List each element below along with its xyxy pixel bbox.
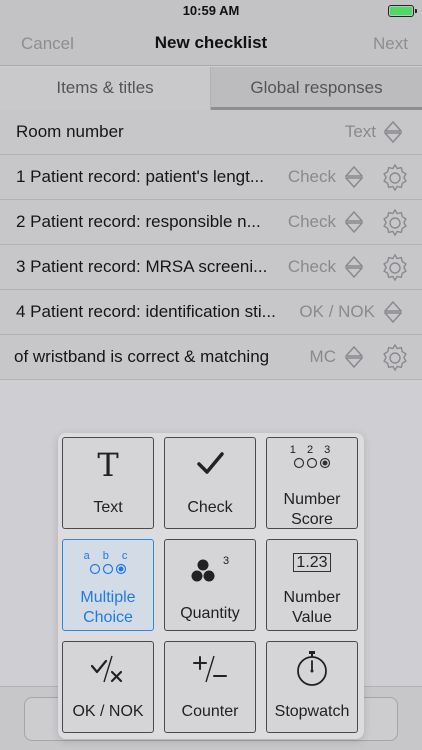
type-text-button[interactable]: T Text — [62, 437, 154, 529]
type-check-label: Check — [187, 499, 233, 516]
status-time: 10:59 AM — [182, 3, 240, 18]
text-icon: T — [97, 446, 119, 484]
next-button[interactable]: Next — [373, 34, 408, 54]
item-title: 3 Patient record: MRSA screeni... — [16, 257, 268, 276]
gear-icon[interactable] — [380, 163, 410, 193]
quantity-label: Quantity — [180, 605, 240, 622]
stopwatch-label: Stopwatch — [274, 703, 350, 720]
counter-label: Counter — [181, 703, 239, 720]
status-bar: 10:59 AM — [0, 0, 422, 22]
item-title: 4 Patient record: identification sti... — [16, 302, 276, 321]
type-ok-nok-button[interactable]: OK / NOK — [62, 641, 154, 733]
up-down-icon[interactable] — [384, 300, 402, 324]
response-type[interactable]: Check — [288, 212, 336, 232]
svg-text:3: 3 — [223, 555, 229, 567]
type-text-label: Text — [93, 499, 123, 516]
response-type[interactable]: OK / NOK — [299, 302, 375, 322]
response-type[interactable]: Check — [288, 167, 336, 187]
response-type-picker: T Text Check 1 2 3 Number Score a b c Mu… — [58, 433, 364, 739]
quantity-icon: 3 — [165, 554, 255, 588]
gear-icon[interactable] — [380, 253, 410, 283]
type-number-score-button[interactable]: 1 2 3 Number Score — [266, 437, 358, 529]
counter-icon — [165, 654, 255, 688]
number-score-label-1: Number — [283, 491, 341, 508]
battery-icon — [388, 5, 417, 17]
list-item[interactable]: 3 Patient record: MRSA screeni... Check — [0, 245, 422, 290]
item-title: 2 Patient record: responsible n... — [16, 212, 261, 231]
item-title: Room number — [16, 122, 124, 141]
multiple-choice-label-1: Multiple — [80, 589, 136, 606]
stopwatch-icon — [267, 650, 357, 686]
ok-nok-label: OK / NOK — [72, 703, 144, 720]
response-type[interactable]: Check — [288, 257, 336, 277]
checklist-items: Room number Text 1 Patient record: patie… — [0, 110, 422, 380]
list-item[interactable]: 1 Patient record: patient's lengt... Che… — [0, 155, 422, 200]
list-item[interactable]: 4 Patient record: identification sti... … — [0, 290, 422, 335]
type-stopwatch-button[interactable]: Stopwatch — [266, 641, 358, 733]
ok-nok-icon — [63, 654, 153, 688]
item-title: 1 Patient record: patient's lengt... — [16, 167, 265, 186]
up-down-icon[interactable] — [345, 210, 363, 234]
list-item[interactable]: Room number Text — [0, 110, 422, 155]
segmented-tabs: Items & titles Global responses — [0, 67, 422, 110]
list-item[interactable]: 2 Patient record: responsible n... Check — [0, 200, 422, 245]
type-multiple-choice-button[interactable]: a b c Multiple Choice — [62, 539, 154, 631]
type-quantity-button[interactable]: 3 Quantity — [164, 539, 256, 631]
response-type[interactable]: Text — [345, 122, 376, 142]
type-check-button[interactable]: Check — [164, 437, 256, 529]
list-item[interactable]: of wristband is correct & matching MC — [0, 335, 422, 380]
up-down-icon[interactable] — [345, 165, 363, 189]
number-value-label-2: Value — [292, 609, 332, 626]
multiple-choice-label-2: Choice — [83, 609, 133, 626]
up-down-icon[interactable] — [384, 120, 402, 144]
up-down-icon[interactable] — [345, 255, 363, 279]
number-score-label-2: Score — [291, 511, 333, 528]
number-value-icon: 1.23 — [267, 544, 357, 578]
tab-global-responses[interactable]: Global responses — [211, 67, 422, 110]
number-value-label-1: Number — [283, 589, 341, 606]
type-counter-button[interactable]: Counter — [164, 641, 256, 733]
navigation-bar: Cancel New checklist Next — [0, 22, 422, 66]
type-number-value-button[interactable]: 1.23 Number Value — [266, 539, 358, 631]
cancel-button[interactable]: Cancel — [21, 34, 74, 54]
gear-icon[interactable] — [380, 343, 410, 373]
number-score-icon: 1 2 3 — [267, 444, 357, 478]
item-title: of wristband is correct & matching — [14, 347, 270, 366]
response-type[interactable]: MC — [310, 347, 336, 367]
multiple-choice-icon: a b c — [63, 550, 153, 584]
up-down-icon[interactable] — [345, 345, 363, 369]
checkmark-icon — [165, 448, 255, 482]
gear-icon[interactable] — [380, 208, 410, 238]
tab-items-titles[interactable]: Items & titles — [0, 67, 211, 110]
